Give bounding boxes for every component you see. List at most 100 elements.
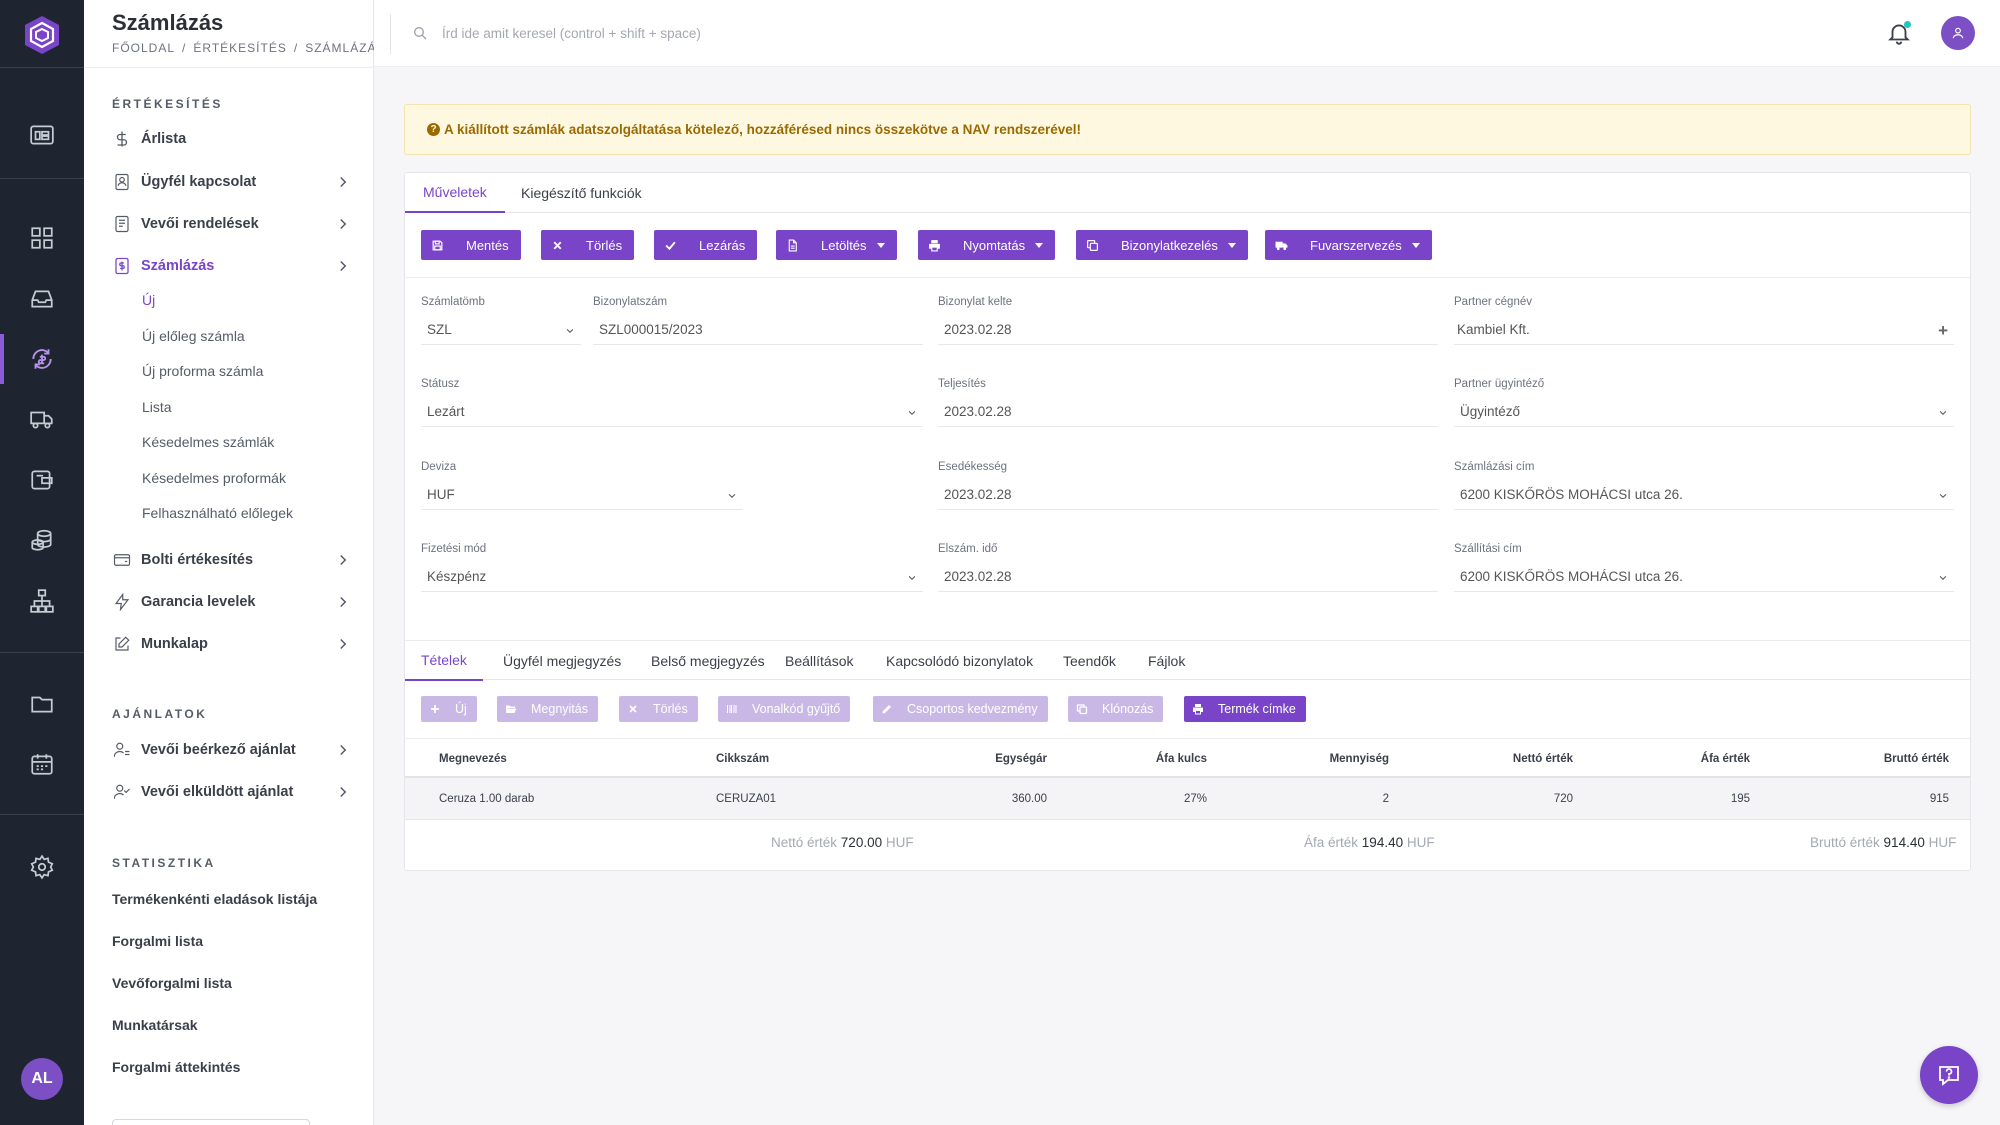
column-header-vat-value[interactable]: Áfa érték bbox=[1625, 753, 1750, 765]
app-logo-icon[interactable] bbox=[22, 14, 62, 56]
inbox-icon[interactable] bbox=[26, 283, 58, 315]
add-partner-plus-icon[interactable]: + bbox=[1938, 321, 1948, 341]
product-label-button[interactable]: Termék címke bbox=[1184, 696, 1306, 722]
group-discount-button[interactable]: Csoportos kedvezmény bbox=[873, 696, 1048, 722]
shipping-address-select[interactable]: 6200 KISKŐRÖS MOHÁCSI utca 26. bbox=[1454, 562, 1954, 592]
x-icon bbox=[627, 703, 639, 715]
column-header-unit-price[interactable]: Egységár bbox=[875, 753, 1047, 765]
rail-divider bbox=[0, 178, 84, 179]
coins-icon[interactable] bbox=[26, 524, 58, 556]
tab-related-documents[interactable]: Kapcsolódó bizonylatok bbox=[870, 641, 1049, 681]
sidebar-bottom-box bbox=[112, 1119, 310, 1125]
chevron-down-icon bbox=[728, 493, 736, 498]
submenu-item-usable-advances[interactable]: Felhasználható előlegek bbox=[142, 505, 293, 521]
payment-method-select[interactable]: Készpénz bbox=[421, 562, 923, 592]
printer-icon bbox=[1192, 703, 1204, 715]
sync-icon[interactable] bbox=[26, 343, 58, 375]
delete-item-button[interactable]: Törlés bbox=[619, 696, 698, 722]
settlement-date-field[interactable]: 2023.02.28 bbox=[938, 562, 1438, 592]
tab-internal-note[interactable]: Belső megjegyzés bbox=[635, 641, 781, 681]
sidebar-item-colleagues[interactable]: Munkatársak bbox=[112, 1017, 198, 1033]
tab-tasks[interactable]: Teendők bbox=[1047, 641, 1132, 681]
save-button[interactable]: Mentés bbox=[421, 230, 521, 260]
due-date-field[interactable]: 2023.02.28 bbox=[938, 480, 1438, 510]
sidebar-item-billing[interactable]: Számlázás bbox=[112, 252, 352, 280]
user-avatar[interactable]: AL bbox=[21, 1058, 63, 1100]
sidebar-item-price-list[interactable]: Árlista bbox=[112, 125, 352, 153]
sidebar-item-customer-contact[interactable]: Ügyfél kapcsolat bbox=[112, 168, 352, 196]
partner-contact-select[interactable]: Ügyintéző bbox=[1454, 397, 1954, 427]
sidebar-item-customer-orders[interactable]: Vevői rendelések bbox=[112, 210, 352, 238]
user-menu-button[interactable] bbox=[1941, 16, 1975, 50]
column-header-sku[interactable]: Cikkszám bbox=[716, 753, 769, 765]
partner-company-value: Kambiel Kft. bbox=[1457, 322, 1530, 337]
shipping-address-value: 6200 KISKŐRÖS MOHÁCSI utca 26. bbox=[1460, 569, 1683, 584]
sidebar-item-incoming-offers[interactable]: Vevői beérkező ajánlat bbox=[112, 736, 352, 764]
document-number-field[interactable]: SZL000015/2023 bbox=[593, 315, 923, 345]
sidebar-item-sales-by-product[interactable]: Termékenkénti eladások listája bbox=[112, 891, 317, 907]
folder-icon[interactable] bbox=[26, 688, 58, 720]
column-header-name[interactable]: Megnevezés bbox=[439, 753, 507, 765]
settings-icon[interactable] bbox=[26, 851, 58, 883]
partner-company-field[interactable]: Kambiel Kft. + bbox=[1454, 315, 1954, 345]
document-management-button-label: Bizonylatkezelés bbox=[1121, 237, 1218, 253]
total-vat: Áfa érték 194.40 HUF bbox=[1304, 835, 1435, 850]
tab-settings[interactable]: Beállítások bbox=[769, 641, 869, 681]
sidebar-item-customer-turnover-list[interactable]: Vevőforgalmi lista bbox=[112, 975, 232, 991]
breadcrumb-item-sales[interactable]: ÉRTÉKESÍTÉS bbox=[193, 41, 286, 55]
print-button[interactable]: Nyomtatás bbox=[918, 230, 1056, 260]
tab-files[interactable]: Fájlok bbox=[1132, 641, 1201, 681]
document-management-button[interactable]: Bizonylatkezelés bbox=[1076, 230, 1248, 260]
submenu-item-new-advance-invoice[interactable]: Új előleg számla bbox=[142, 328, 245, 344]
help-chat-button[interactable] bbox=[1920, 1046, 1978, 1104]
table-row[interactable]: Ceruza 1.00 darab CERUZA01 360.00 27% 2 … bbox=[405, 778, 1970, 820]
dashboard-icon[interactable] bbox=[26, 119, 58, 151]
search-input[interactable] bbox=[442, 20, 1042, 46]
sidebar-item-sent-offers[interactable]: Vevői elküldött ajánlat bbox=[112, 778, 352, 806]
fulfillment-date-field[interactable]: 2023.02.28 bbox=[938, 397, 1438, 427]
shipping-button[interactable]: Fuvarszervezés bbox=[1265, 230, 1432, 260]
truck-icon[interactable] bbox=[26, 403, 58, 435]
clone-item-button[interactable]: Klónozás bbox=[1068, 696, 1164, 722]
document-date-field[interactable]: 2023.02.28 bbox=[938, 315, 1438, 345]
delete-button[interactable]: Törlés bbox=[541, 230, 635, 260]
sidebar-item-retail-sales[interactable]: Bolti értékesítés bbox=[112, 546, 352, 574]
close-invoice-button[interactable]: Lezárás bbox=[654, 230, 758, 260]
currency-value: HUF bbox=[427, 487, 455, 502]
x-icon bbox=[551, 239, 564, 252]
hierarchy-icon[interactable] bbox=[26, 585, 58, 617]
wallet-icon[interactable] bbox=[26, 464, 58, 496]
invoice-block-select[interactable]: SZL bbox=[421, 315, 581, 345]
tab-customer-note[interactable]: Ügyfél megjegyzés bbox=[487, 641, 637, 681]
submenu-item-new[interactable]: Új bbox=[142, 292, 155, 308]
submenu-item-overdue-proformas[interactable]: Késedelmes proformák bbox=[142, 470, 286, 486]
sidebar-item-turnover-list[interactable]: Forgalmi lista bbox=[112, 933, 203, 949]
sidebar-item-worksheet[interactable]: Munkalap bbox=[112, 630, 352, 658]
field-label-billing-address: Számlázási cím bbox=[1454, 461, 1535, 473]
tab-extra-functions[interactable]: Kiegészítő funkciók bbox=[503, 173, 660, 213]
column-header-quantity[interactable]: Mennyiség bbox=[1275, 753, 1389, 765]
tab-items[interactable]: Tételek bbox=[405, 641, 483, 681]
barcode-collector-button[interactable]: Vonalkód gyűjtő bbox=[718, 696, 851, 722]
print-button-label: Nyomtatás bbox=[963, 237, 1026, 253]
column-header-vat-rate[interactable]: Áfa kulcs bbox=[1105, 753, 1207, 765]
sidebar-item-turnover-overview[interactable]: Forgalmi áttekintés bbox=[112, 1059, 240, 1075]
tab-operations[interactable]: Műveletek bbox=[405, 173, 505, 213]
new-item-button[interactable]: Új bbox=[421, 696, 477, 722]
status-select[interactable]: Lezárt bbox=[421, 397, 923, 427]
grid-icon[interactable] bbox=[26, 222, 58, 254]
billing-address-select[interactable]: 6200 KISKŐRÖS MOHÁCSI utca 26. bbox=[1454, 480, 1954, 510]
download-button[interactable]: Letöltés bbox=[776, 230, 897, 260]
notification-bell-icon[interactable] bbox=[1886, 20, 1912, 46]
sidebar-item-warranty-letters[interactable]: Garancia levelek bbox=[112, 588, 352, 616]
breadcrumb-item-home[interactable]: FŐOLDAL bbox=[112, 41, 175, 55]
total-net-value: 720.00 bbox=[840, 835, 883, 850]
calendar-icon[interactable] bbox=[26, 748, 58, 780]
column-header-net-value[interactable]: Nettó érték bbox=[1455, 753, 1573, 765]
open-item-button[interactable]: Megnyitás bbox=[497, 696, 598, 722]
submenu-item-new-proforma-invoice[interactable]: Új proforma számla bbox=[142, 363, 263, 379]
column-header-gross-value[interactable]: Bruttó érték bbox=[1805, 753, 1949, 765]
submenu-item-list[interactable]: Lista bbox=[142, 399, 172, 415]
currency-select[interactable]: HUF bbox=[421, 480, 743, 510]
submenu-item-overdue-invoices[interactable]: Késedelmes számlák bbox=[142, 434, 274, 450]
